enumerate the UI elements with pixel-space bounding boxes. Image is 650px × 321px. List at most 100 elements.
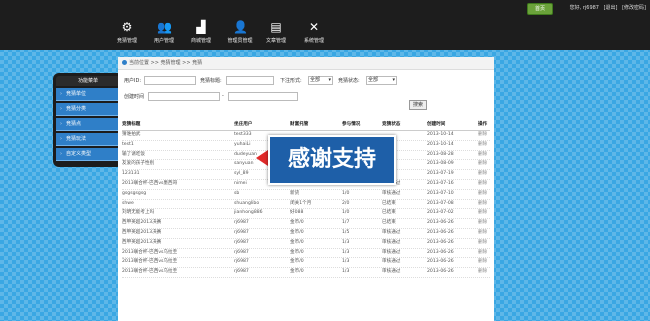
chart-icon: ▟ [196, 20, 206, 34]
delete-link[interactable]: 删除 [478, 229, 492, 238]
change-password-link[interactable]: [修改密码] [622, 5, 646, 11]
table-cell: 2/0 [342, 200, 350, 206]
table-cell: 西甲英超2013决赛 [122, 220, 162, 226]
filter-form: 用户ID: 竞猜标题: 下注形式: 全部 竞猜状态: 全部 创建时间 - 搜索 [118, 70, 494, 110]
table-row: 西甲英超2013决赛 rj6987 金币/0 1/5 审核通过 2013-06-26 删除 [122, 229, 490, 239]
main-panel: 当前位置 >> 竞猜管理 >> 竞猜 用户ID: 竞猜标题: 下注形式: 全部 … [118, 57, 494, 321]
table-cell: 2013-06-26 [427, 249, 454, 255]
table-cell: rj6987 [234, 239, 249, 245]
delete-link[interactable]: 删除 [478, 239, 492, 248]
table-cell: rj6987 [234, 220, 249, 226]
table-cell: jianhong886 [234, 210, 263, 216]
sidebar-item-unit[interactable]: 竞猜单位 [56, 88, 120, 101]
delete-link[interactable]: 删除 [478, 219, 492, 228]
table-cell: 1/5 [342, 229, 350, 235]
nav-item-quiz[interactable]: ⚙ 竞猜管理 [107, 20, 147, 44]
table-cell: gsgsgsgsg [122, 190, 147, 196]
delete-link[interactable]: 删除 [478, 151, 492, 160]
delete-link[interactable]: 删除 [478, 160, 492, 169]
table-cell: 闭关1个月 [290, 200, 312, 206]
sidebar-title: 功能菜单 [56, 76, 120, 86]
table-row: gsgsgsgsg sb 新货 1/0 审核通过 2013-07-10 删除 [122, 190, 490, 200]
table-cell: sb [234, 190, 240, 196]
title-input[interactable] [226, 76, 274, 85]
main-nav: ⚙ 竞猜管理 👥 用户管理 ▟ 商城管理 👤 管理员管理 ▤ 文章管理 ✕ 系统… [0, 20, 650, 48]
status-select[interactable]: 全部 [366, 76, 397, 85]
delete-link[interactable]: 删除 [478, 190, 492, 199]
table-cell: 金币/0 [290, 220, 304, 226]
date-separator: - [222, 93, 224, 99]
sidebar-item-quiz-point[interactable]: 竞猜点 [56, 118, 120, 131]
method-select[interactable]: 全部 [308, 76, 333, 85]
status-label: 竞猜状态: [338, 78, 360, 84]
table-cell: 2013-06-26 [427, 259, 454, 265]
table-cell: 刘明无能考上吗 [122, 210, 155, 216]
table-cell: 1/0 [342, 210, 350, 216]
table-cell: 坐庄用户 [234, 122, 253, 127]
table-cell: 西甲英超2013决赛 [122, 229, 162, 235]
table-cell: 猜谁拍武 [122, 132, 141, 137]
sidebar-item-category[interactable]: 竞猜分类 [56, 103, 120, 116]
table-cell: 2013-07-10 [427, 190, 454, 196]
nav-item-admins[interactable]: 👤 管理员管理 [220, 20, 260, 44]
user-id-label: 用户ID: [124, 78, 142, 84]
table-cell: 金币/0 [290, 269, 304, 275]
sidebar-menu: 功能菜单 竞猜单位 竞猜分类 竞猜点 竞猜玩法 自定义类型 [53, 73, 123, 167]
delete-link[interactable]: 删除 [478, 209, 492, 218]
delete-link[interactable]: 删除 [478, 131, 492, 140]
table-cell: 2013-06-26 [427, 239, 454, 245]
users-icon: 👥 [157, 20, 172, 34]
nav-label: 管理员管理 [227, 38, 253, 44]
top-links: 您好, rj6987 [退出] [修改密码] [567, 4, 646, 11]
delete-link[interactable]: 删除 [478, 249, 492, 258]
delete-link[interactable]: 删除 [478, 258, 492, 267]
end-date-input[interactable] [228, 92, 298, 101]
table-cell: 2013-06-26 [427, 269, 454, 275]
sidebar-item-custom-type[interactable]: 自定义类型 [56, 148, 120, 161]
breadcrumb-text: 当前位置 >> 竞猜管理 >> 竞猜 [129, 60, 203, 66]
table-cell: 输了请吃饭 [122, 151, 145, 157]
table-cell: 2013联合杯-巴西vs乌拉圭 [122, 259, 178, 265]
table-cell: 已结束 [382, 200, 396, 206]
nav-item-users[interactable]: 👥 用户管理 [144, 20, 184, 44]
sidebar-item-gameplay[interactable]: 竞猜玩法 [56, 133, 120, 146]
table-cell: 金币/0 [290, 229, 304, 235]
nav-label: 商城管理 [190, 38, 211, 44]
table-cell: 已结束 [382, 210, 396, 216]
table-row: 2013联合杯-巴西vs乌拉圭 rj6987 金币/0 1/3 审核通过 2013-06-… [122, 258, 492, 269]
nav-label: 用户管理 [153, 38, 174, 44]
home-button[interactable]: 首页 [527, 3, 553, 15]
table-cell: 西甲英超2013决赛 [122, 239, 162, 245]
table-cell: shwe [122, 200, 134, 206]
start-date-input[interactable] [148, 92, 220, 101]
top-bar: 首页 您好, rj6987 [退出] [修改密码] ⚙ 竞猜管理 👥 用户管理 … [0, 0, 650, 50]
table-cell: 2013-08-09 [427, 161, 454, 167]
nav-item-articles[interactable]: ▤ 文章管理 [256, 20, 296, 44]
tools-icon: ✕ [308, 20, 320, 34]
nav-item-shop[interactable]: ▟ 商城管理 [181, 20, 221, 44]
table-cell: 已结束 [382, 220, 396, 226]
table-cell: 参与情况 [342, 122, 361, 127]
nav-label: 文章管理 [265, 38, 286, 44]
method-label: 下注形式: [280, 78, 302, 84]
table-row: 刘明无能考上吗 jianhong886 好088 1/0 已结束 2013-07-02 删除 [122, 209, 492, 220]
logout-link[interactable]: [退出] [604, 5, 618, 11]
table-cell: 新货 [290, 190, 300, 196]
search-button[interactable]: 搜索 [409, 100, 427, 110]
admin-icon: 👤 [233, 20, 248, 34]
table-cell: 操作 [478, 122, 488, 127]
table-cell: 2013-07-19 [427, 171, 454, 177]
delete-link[interactable]: 删除 [478, 170, 492, 179]
delete-link[interactable]: 删除 [478, 180, 492, 189]
table-cell: 审核通过 [382, 249, 401, 255]
delete-link[interactable]: 删除 [478, 141, 492, 150]
gears-icon: ⚙ [121, 20, 133, 34]
user-id-input[interactable] [144, 76, 196, 85]
table-cell: 2013-07-08 [427, 200, 454, 206]
nav-item-system[interactable]: ✕ 系统管理 [294, 20, 334, 44]
table-cell: 好088 [290, 210, 304, 216]
delete-link[interactable]: 删除 [478, 200, 492, 209]
delete-link[interactable]: 删除 [478, 268, 492, 277]
table-row: 2013联合杯-巴西vs乌拉圭 rj6987 金币/0 1/3 审核通过 2013-06-… [122, 249, 490, 259]
table-cell: 1/7 [342, 220, 350, 226]
